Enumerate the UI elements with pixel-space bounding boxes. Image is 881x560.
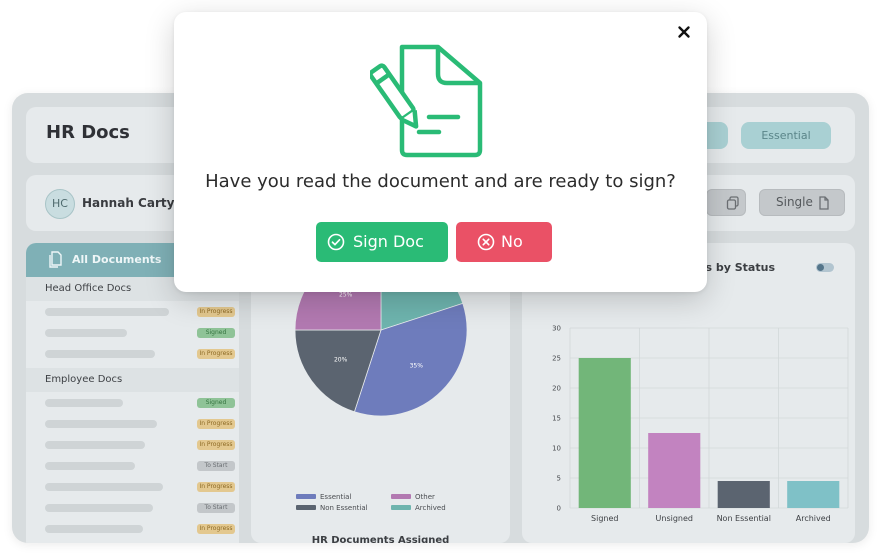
close-button[interactable] — [674, 22, 694, 42]
status-badge: In Progress — [197, 307, 235, 317]
dialog-question: Have you read the document and are ready… — [205, 171, 676, 192]
avatar: HC — [45, 189, 75, 219]
pie-card-title: HR Documents Assigned — [311, 535, 450, 543]
status-badge: In Progress — [197, 524, 235, 534]
x-tick-label: Unsigned — [656, 514, 693, 523]
legend-label: Non Essential — [320, 504, 368, 512]
pie-slice-label: 25% — [339, 292, 353, 299]
list-item[interactable]: Signed — [26, 322, 239, 343]
list-item[interactable]: In Progress — [26, 434, 239, 455]
sign-doc-button[interactable]: Sign Doc — [316, 222, 448, 262]
y-tick-label: 0 — [557, 505, 561, 513]
sign-document-icon — [370, 44, 483, 158]
pie-slice-label: 20% — [334, 356, 348, 363]
x-circle-icon — [477, 233, 495, 251]
legend-label: Essential — [320, 493, 351, 501]
y-tick-label: 5 — [557, 475, 561, 483]
no-label: No — [501, 232, 523, 251]
status-badge: Signed — [197, 328, 235, 338]
x-tick-label: Non Essential — [717, 514, 771, 523]
y-tick-label: 30 — [552, 325, 561, 333]
status-badge: In Progress — [197, 349, 235, 359]
file-icon — [819, 196, 829, 210]
y-tick-label: 25 — [552, 355, 561, 363]
status-badge: To Start — [197, 503, 235, 513]
group-label-employee: Employee Docs — [26, 368, 239, 392]
sign-confirm-dialog: Have you read the document and are ready… — [174, 12, 707, 292]
documents-icon — [49, 251, 62, 268]
bar-archived — [787, 481, 840, 508]
x-tick-label: Archived — [796, 514, 831, 523]
status-badge: In Progress — [197, 482, 235, 492]
bar-signed — [578, 358, 631, 508]
list-item[interactable]: In Progress — [26, 301, 239, 322]
list-item[interactable]: Signed — [26, 392, 239, 413]
sign-doc-label: Sign Doc — [353, 232, 424, 251]
single-view-label: Single — [776, 195, 813, 209]
status-badge: Signed — [197, 398, 235, 408]
legend-swatch — [391, 494, 411, 499]
close-icon — [678, 26, 690, 38]
check-circle-icon — [327, 233, 345, 251]
filter-pill-essential[interactable]: Essential — [741, 122, 831, 149]
page-title: HR Docs — [46, 122, 130, 143]
list-item[interactable]: In Progress — [26, 413, 239, 434]
status-badge: To Start — [197, 461, 235, 471]
no-button[interactable]: No — [456, 222, 552, 262]
pie-slice-label: 35% — [410, 362, 424, 369]
list-item[interactable]: In Progress — [26, 476, 239, 497]
status-badge: In Progress — [197, 440, 235, 450]
y-tick-label: 15 — [552, 415, 561, 423]
list-item[interactable]: To Start — [26, 497, 239, 518]
status-badge: In Progress — [197, 419, 235, 429]
y-tick-label: 20 — [552, 385, 561, 393]
legend-swatch — [391, 505, 411, 510]
single-view-button[interactable]: Single — [759, 189, 845, 216]
legend-label: Archived — [415, 504, 446, 512]
x-tick-label: Signed — [591, 514, 618, 523]
copy-view-button[interactable] — [706, 189, 746, 216]
list-item[interactable]: To Start — [26, 455, 239, 476]
bar-non-essential — [717, 481, 770, 508]
y-tick-label: 10 — [552, 445, 561, 453]
bar-unsigned — [648, 433, 701, 508]
user-name: Hannah Carty — [82, 196, 175, 210]
list-item[interactable]: In Progress — [26, 343, 239, 364]
copy-icon — [726, 196, 739, 210]
legend-label: Other — [415, 493, 435, 501]
all-documents-label: All Documents — [72, 253, 162, 266]
legend-swatch — [296, 505, 316, 510]
legend-swatch — [296, 494, 316, 499]
list-item[interactable]: In Progress — [26, 518, 239, 539]
